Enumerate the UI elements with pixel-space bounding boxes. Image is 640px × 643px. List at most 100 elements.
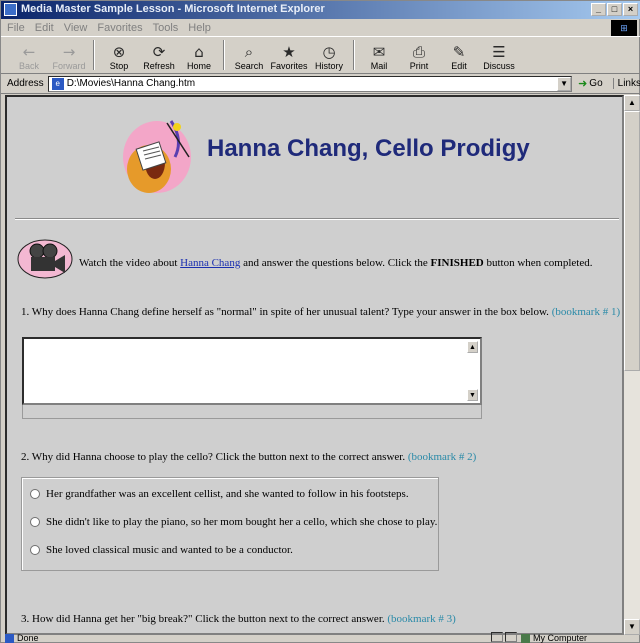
history-label: History [314,61,343,71]
option-2c[interactable]: She loved classical music and wanted to … [30,544,293,556]
refresh-icon: ⟳ [152,43,166,61]
question-3-text: 3. How did Hanna get her "big break?" Cl… [21,613,385,625]
intro-text: Watch the video about Hanna Chang and an… [79,257,593,269]
home-icon: ⌂ [194,43,204,61]
print-button[interactable]: ⎙ Print [399,37,439,73]
scroll-thumb[interactable] [624,111,640,371]
refresh-label: Refresh [143,61,175,71]
intro-middle: and answer the questions below. Click th… [240,257,431,269]
movie-camera-icon [17,239,73,279]
radio-button[interactable] [30,517,40,527]
search-label: Search [234,61,264,71]
address-dropdown-icon[interactable]: ▼ [557,76,572,91]
browser-window: Media Master Sample Lesson - Microsoft I… [0,0,640,643]
favorites-icon: ★ [282,43,296,61]
vertical-scrollbar[interactable]: ▲ ▼ [624,95,640,635]
toolbar-separator [353,40,355,70]
menu-file[interactable]: File [7,22,25,34]
question-2: 2. Why did Hanna choose to play the cell… [21,451,476,463]
menu-view[interactable]: View [64,22,88,34]
history-icon: ◷ [322,43,336,61]
status-cells [491,632,517,642]
scroll-down-icon[interactable]: ▼ [467,389,478,401]
history-button[interactable]: ◷ History [309,37,349,73]
cello-art-icon [123,120,191,193]
mail-button[interactable]: ✉ Mail [359,37,399,73]
menu-edit[interactable]: Edit [35,22,54,34]
go-button[interactable]: ➜ Go [578,77,603,90]
radio-button[interactable] [30,545,40,555]
radio-button[interactable] [30,489,40,499]
address-label: Address [7,78,44,89]
discuss-icon: ☰ [492,43,506,61]
scroll-down-arrow-icon[interactable]: ▼ [624,619,640,635]
menu-favorites[interactable]: Favorites [97,22,142,34]
divider [15,218,619,220]
address-input[interactable]: e D:\Movies\Hanna Chang.htm ▼ [47,75,573,92]
toolbar-separator [223,40,225,70]
bookmark-2-link[interactable]: (bookmark # 2) [408,451,476,463]
print-label: Print [409,61,429,71]
discuss-button[interactable]: ☰ Discuss [479,37,519,73]
page-title: Hanna Chang, Cello Prodigy [207,135,530,162]
edit-label: Edit [451,61,467,71]
option-2a[interactable]: Her grandfather was an excellent cellist… [30,488,409,500]
intro-prefix: Watch the video about [79,257,181,269]
page-status-icon [5,633,14,643]
question-1-text: 1. Why does Hanna Chang define herself a… [21,306,549,318]
zone-text: My Computer [533,633,588,643]
menu-tools[interactable]: Tools [153,22,179,34]
print-icon: ⎙ [412,43,425,61]
links-button[interactable]: Links [612,78,640,89]
close-button[interactable]: × [623,3,638,16]
forward-arrow-icon: → [62,43,76,61]
page-content: Hanna Chang, Cello Prodigy Watch the vid… [5,95,624,635]
status-bar: Done My Computer [1,632,640,643]
finished-keyword: FINISHED [430,257,484,269]
back-label: Back [18,61,39,71]
option-2b-label: She didn't like to play the piano, so he… [46,516,438,528]
question-1: 1. Why does Hanna Chang define herself a… [21,306,620,318]
status-text: Done [17,633,39,643]
scroll-up-icon[interactable]: ▲ [467,341,478,353]
mail-label: Mail [370,61,388,71]
search-icon: ⌕ [244,43,254,61]
question-3: 3. How did Hanna get her "big break?" Cl… [21,613,456,625]
title-bar: Media Master Sample Lesson - Microsoft I… [1,1,640,19]
stop-button[interactable]: ⊗ Stop [99,37,139,73]
menu-bar: File Edit View Favorites Tools Help ⊞ [1,19,640,36]
favorites-label: Favorites [270,61,308,71]
menu-help[interactable]: Help [188,22,211,34]
minimize-button[interactable]: _ [591,3,606,16]
bookmark-1-link[interactable]: (bookmark # 1) [552,306,620,318]
answer-1-textarea[interactable]: ▲ ▼ [22,337,482,405]
windows-logo-icon: ⊞ [611,20,637,36]
option-2b[interactable]: She didn't like to play the piano, so he… [30,516,437,528]
edit-button[interactable]: ✎ Edit [439,37,479,73]
scroll-up-arrow-icon[interactable]: ▲ [624,95,640,111]
intro-suffix: button when completed. [483,257,593,269]
back-arrow-icon: ← [22,43,36,61]
home-button[interactable]: ⌂ Home [179,37,219,73]
forward-label: Forward [52,61,86,71]
question-2-text: 2. Why did Hanna choose to play the cell… [21,451,406,463]
window-title: Media Master Sample Lesson - Microsoft I… [21,3,325,15]
bookmark-3-link[interactable]: (bookmark # 3) [387,613,455,625]
ie-app-icon [4,3,17,16]
discuss-label: Discuss [483,61,515,71]
go-label: Go [589,78,603,89]
mail-icon: ✉ [372,43,386,61]
favorites-button[interactable]: ★ Favorites [269,37,309,73]
search-button[interactable]: ⌕ Search [229,37,269,73]
back-button[interactable]: ← Back [9,37,49,73]
maximize-button[interactable]: □ [607,3,622,16]
my-computer-icon [521,633,530,643]
address-bar: Address e D:\Movies\Hanna Chang.htm ▼ ➜ … [1,74,640,94]
option-2c-label: She loved classical music and wanted to … [46,544,293,556]
stop-icon: ⊗ [112,43,126,61]
go-arrow-icon: ➜ [578,78,588,90]
forward-button[interactable]: → Forward [49,37,89,73]
home-label: Home [186,61,211,71]
hanna-chang-link[interactable]: Hanna Chang [180,257,240,269]
refresh-button[interactable]: ⟳ Refresh [139,37,179,73]
